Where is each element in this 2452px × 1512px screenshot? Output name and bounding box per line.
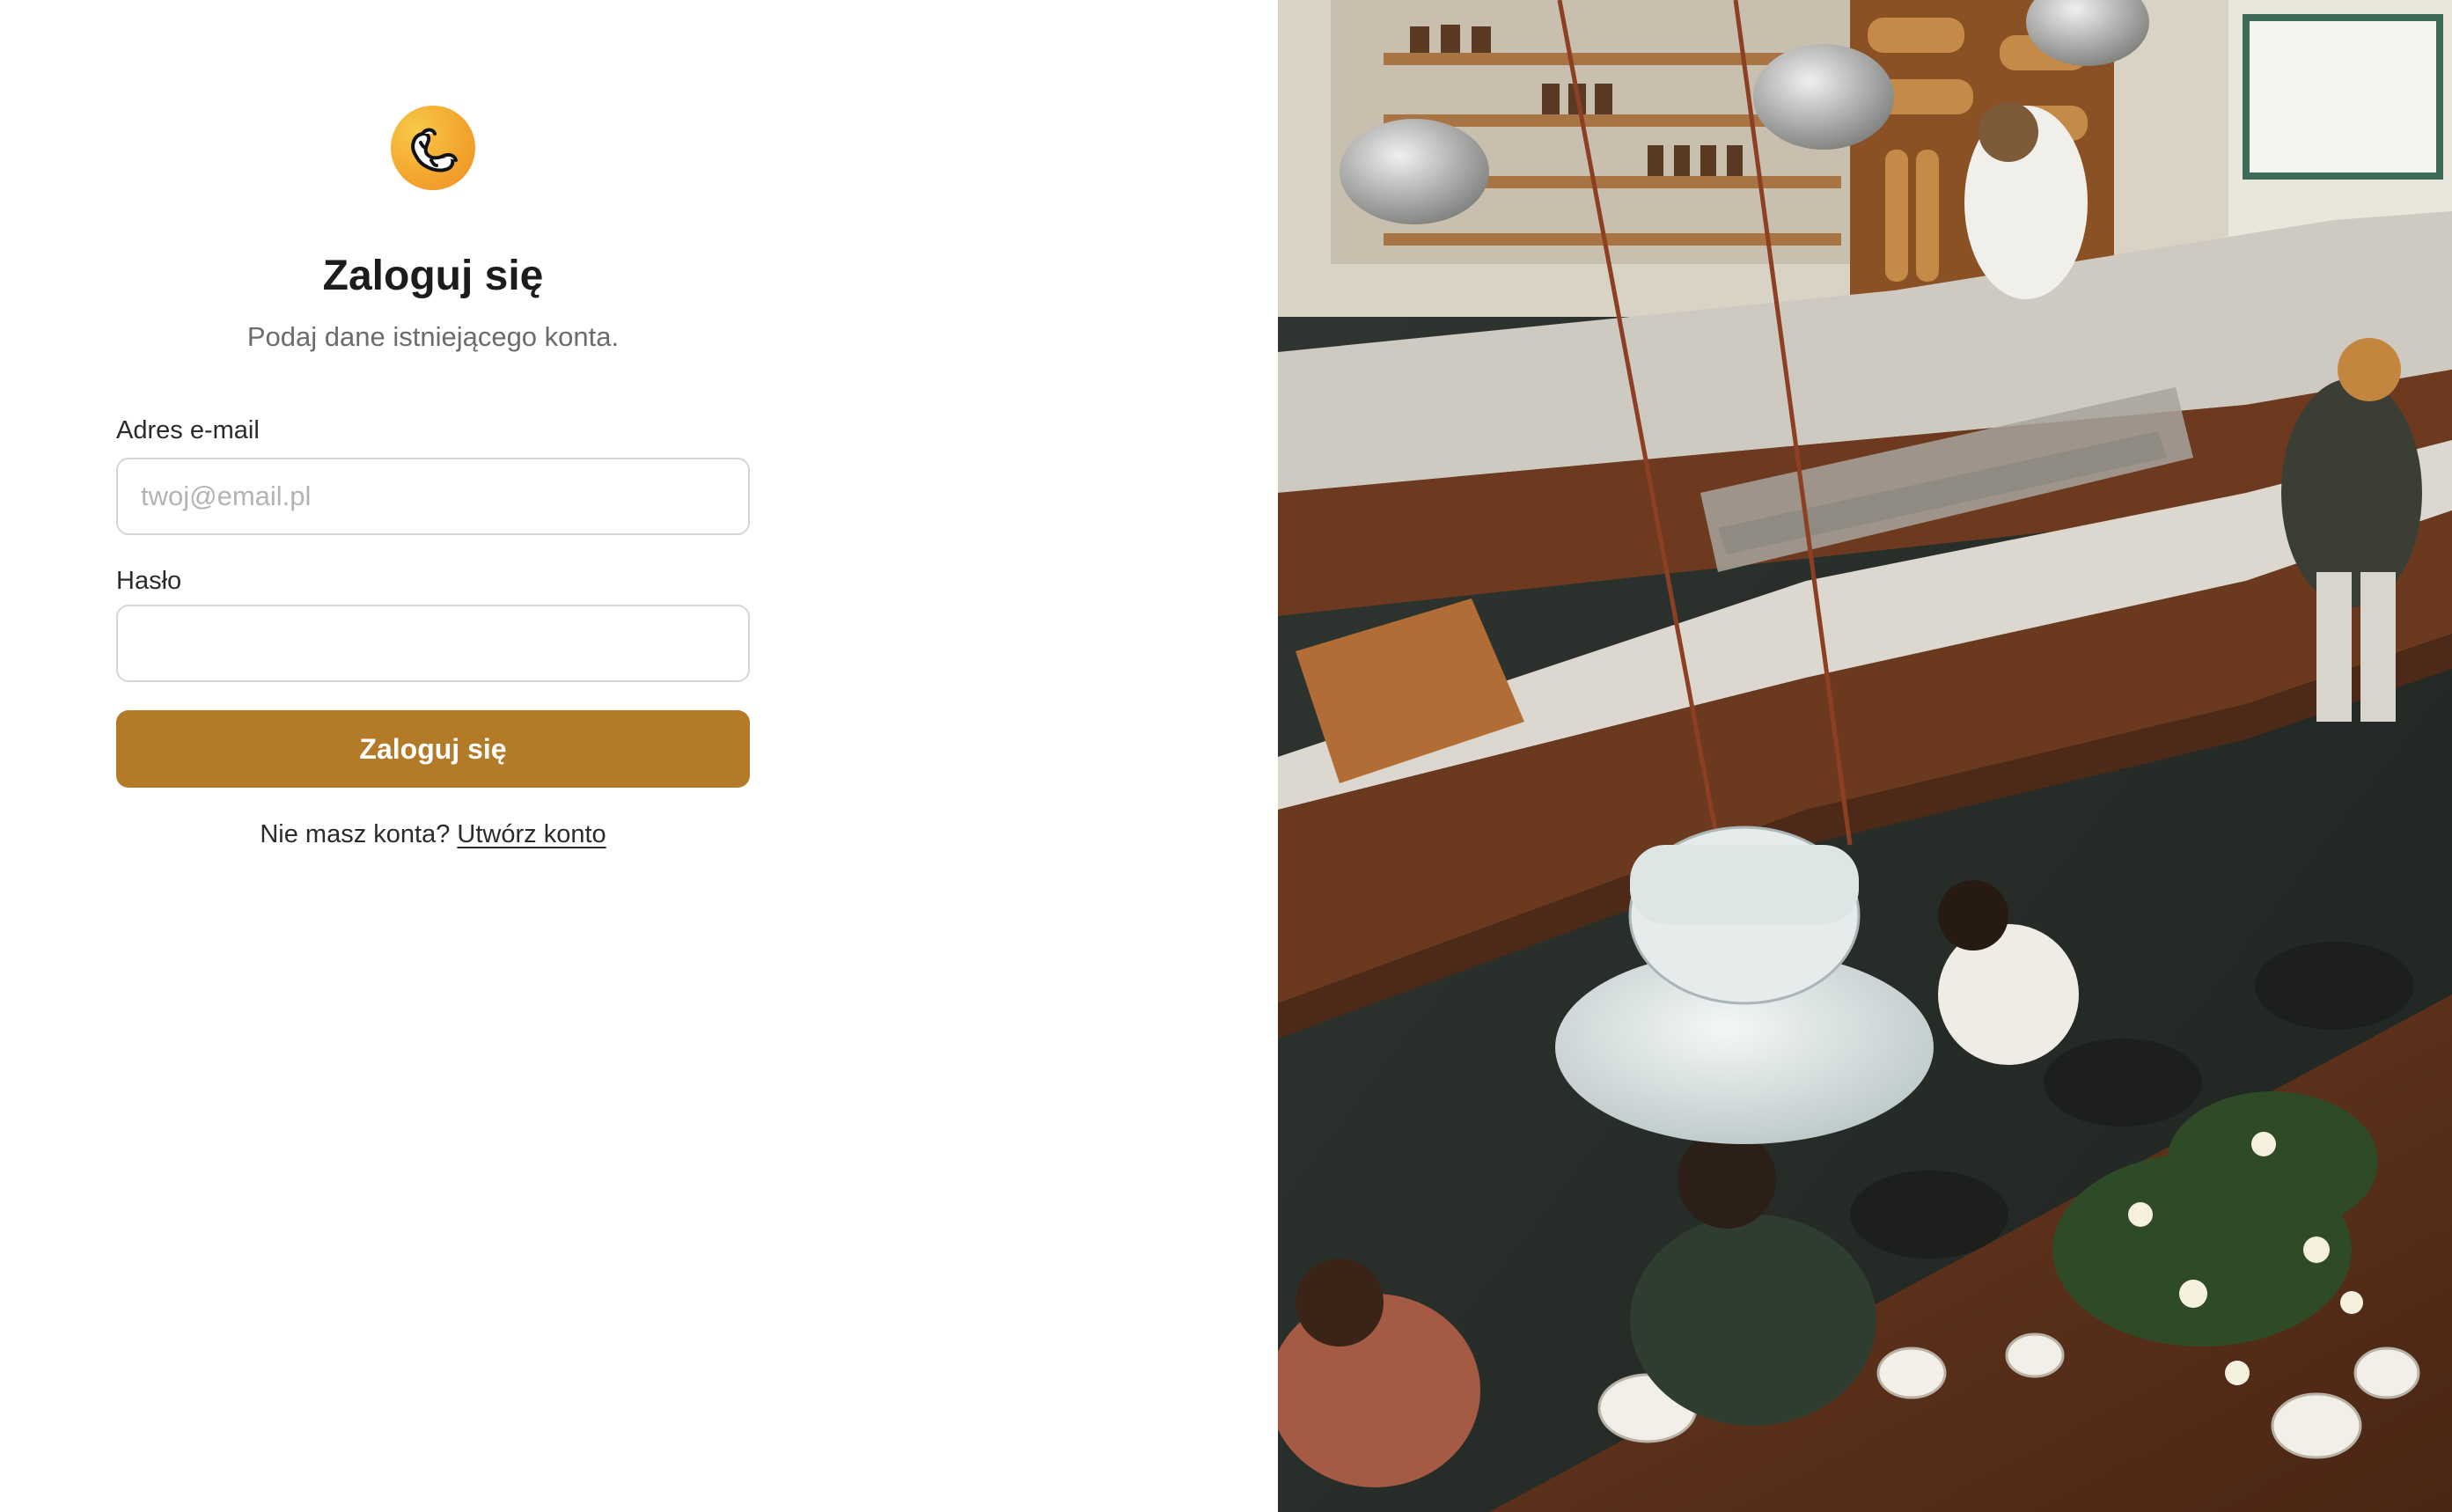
- password-input[interactable]: [116, 605, 750, 682]
- page-title: Zaloguj się: [322, 253, 544, 299]
- brand-logo: [391, 106, 475, 190]
- email-input[interactable]: [116, 458, 750, 535]
- password-label: Hasło: [116, 567, 182, 595]
- signup-prompt-text: Nie masz konta?: [260, 820, 451, 848]
- create-account-link[interactable]: Utwórz konto: [457, 820, 606, 848]
- croissant-icon: [411, 128, 458, 172]
- page-subtitle: Podaj dane istniejącego konta.: [246, 321, 620, 352]
- login-panel: Zaloguj się Podaj dane istniejącego kont…: [0, 0, 1278, 1512]
- login-page: Zaloguj się Podaj dane istniejącego kont…: [0, 0, 2452, 1512]
- email-label: Adres e-mail: [116, 416, 260, 444]
- login-button[interactable]: Zaloguj się: [116, 710, 750, 788]
- signup-prompt-line: Nie masz konta? Utwórz konto: [116, 817, 750, 852]
- hero-photo: [1278, 0, 2452, 1512]
